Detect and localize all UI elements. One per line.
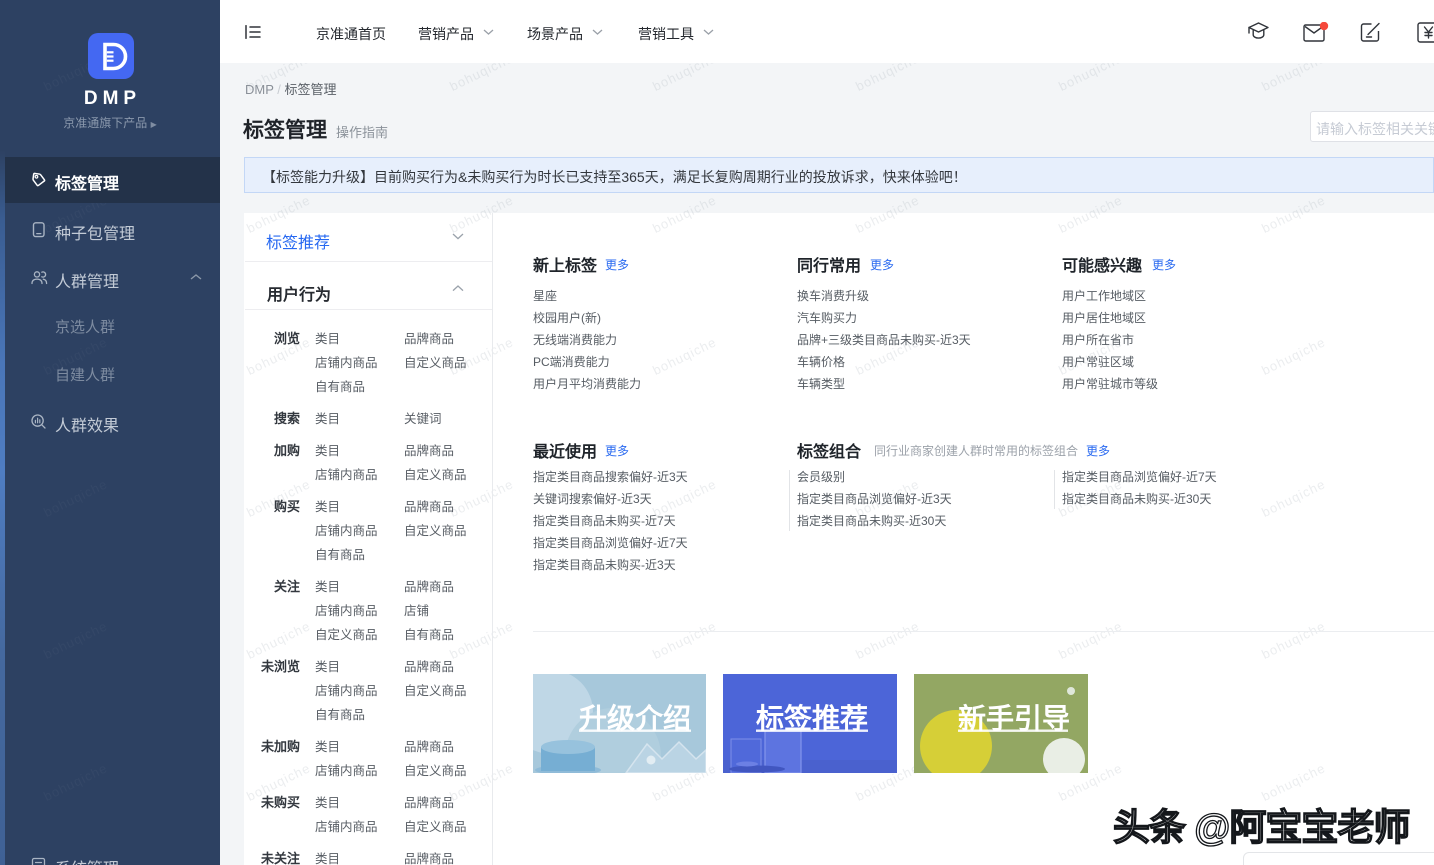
svg-text:新手引导: 新手引导 (958, 703, 1070, 734)
svg-text:标签推荐: 标签推荐 (756, 702, 868, 734)
svg-text:升级介绍: 升级介绍 (579, 703, 691, 734)
